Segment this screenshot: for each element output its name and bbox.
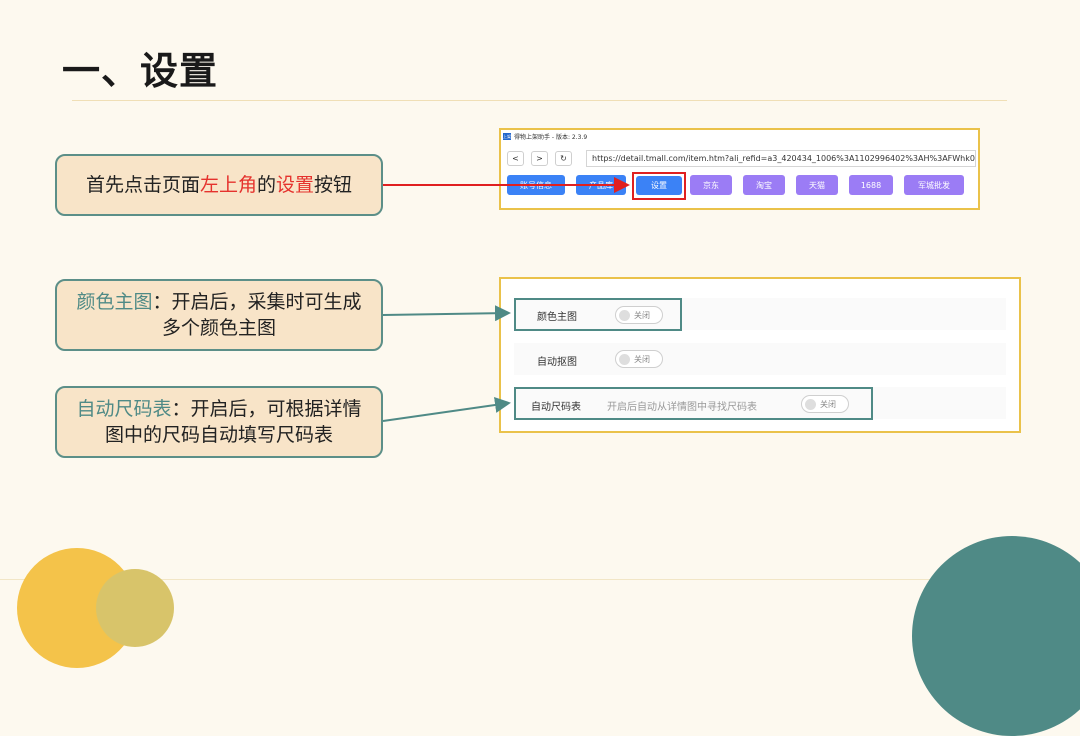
arrow-to-size-table <box>382 397 511 422</box>
connector-arrows <box>382 177 630 422</box>
decor-khaki-circle <box>96 569 174 647</box>
arrow-to-color-main <box>382 305 511 322</box>
